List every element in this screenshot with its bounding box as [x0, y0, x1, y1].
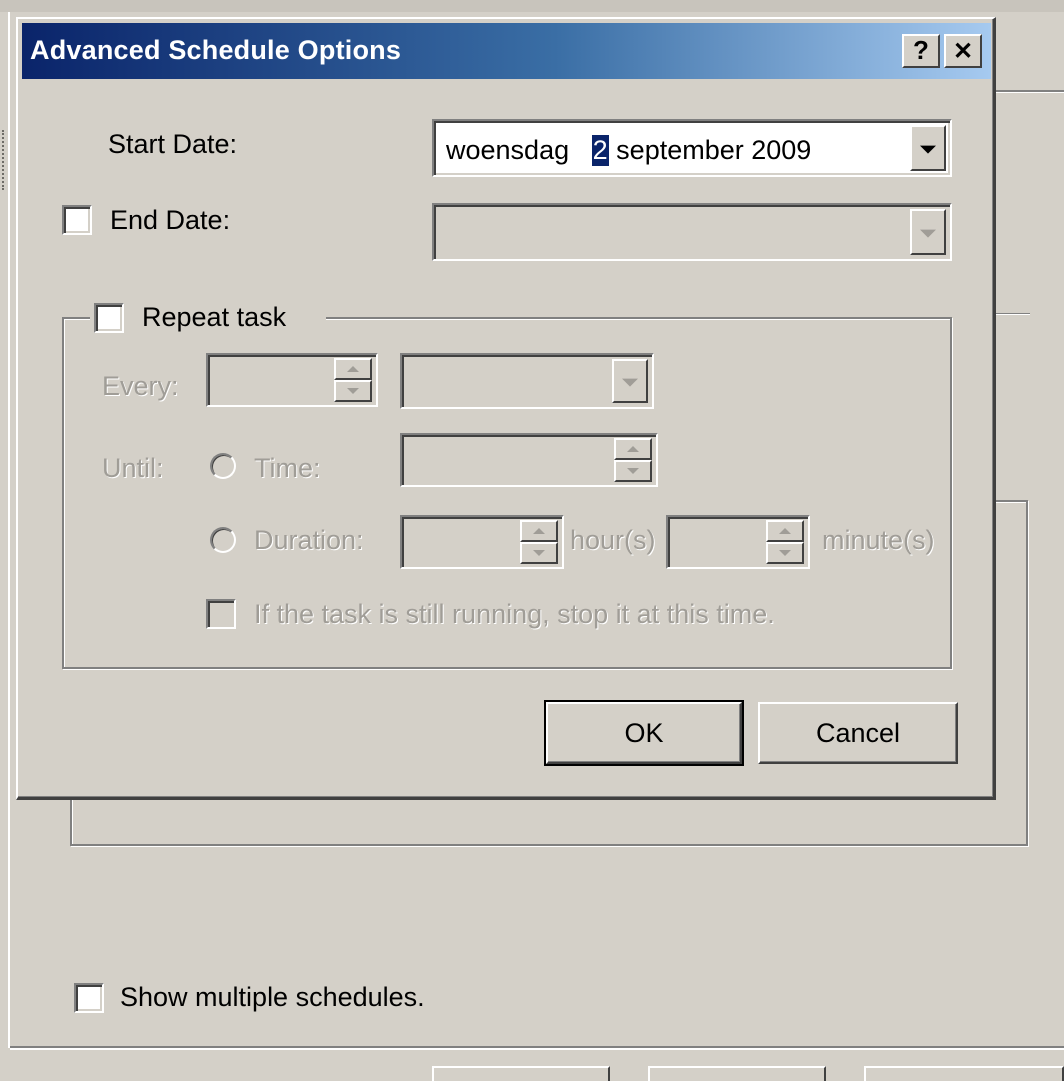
ok-button-label: OK	[624, 717, 664, 748]
every-spin-buttons	[334, 358, 372, 402]
arrow-down-icon	[627, 468, 639, 474]
parent-ok-button[interactable]	[432, 1066, 610, 1081]
start-date-dropdown-button[interactable]	[910, 125, 946, 171]
arrow-down-icon	[347, 388, 359, 394]
arrow-up-icon	[779, 528, 791, 534]
parent-window-top-edge	[0, 0, 1064, 12]
minutes-spin-down[interactable]	[766, 542, 804, 564]
start-date-weekday: woensdag	[446, 135, 570, 165]
screen: Show multiple schedules. Advanced Schedu…	[0, 0, 1064, 1081]
arrow-down-icon	[533, 550, 545, 556]
start-date-label: Start Date:	[108, 129, 238, 159]
start-date-month-year: september 2009	[616, 135, 812, 165]
stop-task-checkbox[interactable]	[206, 599, 236, 629]
end-date-checkbox[interactable]	[62, 205, 92, 235]
help-button[interactable]: ?	[902, 34, 940, 68]
time-spin-up[interactable]	[614, 438, 652, 460]
close-button[interactable]: ✕	[944, 34, 982, 68]
every-unit-dropdown[interactable]	[400, 353, 654, 409]
chevron-down-icon	[622, 378, 638, 387]
hours-label: hour(s)	[570, 525, 656, 555]
end-date-dropdown-button[interactable]	[910, 209, 946, 255]
every-interval-spinner[interactable]	[206, 353, 378, 407]
arrow-up-icon	[627, 446, 639, 452]
every-spin-up[interactable]	[334, 358, 372, 380]
until-time-spinner[interactable]	[400, 433, 658, 487]
chevron-down-icon	[920, 145, 936, 154]
duration-minutes-spinner[interactable]	[666, 515, 810, 569]
until-label: Until:	[102, 453, 164, 483]
help-icon: ?	[913, 35, 929, 65]
until-duration-radio[interactable]	[210, 527, 236, 553]
arrow-up-icon	[533, 528, 545, 534]
every-label: Every:	[102, 371, 179, 401]
parent-window-separator	[10, 1046, 1064, 1050]
dialog-title: Advanced Schedule Options	[30, 35, 402, 65]
end-date-picker[interactable]	[432, 203, 952, 261]
arrow-up-icon	[347, 366, 359, 372]
stop-task-label: If the task is still running, stop it at…	[254, 599, 775, 629]
until-time-label: Time:	[254, 453, 321, 483]
advanced-schedule-options-dialog: Advanced Schedule Options ? ✕ Start Date…	[16, 17, 996, 800]
ok-button[interactable]: OK	[544, 700, 744, 766]
until-time-radio[interactable]	[210, 453, 236, 479]
every-spin-down[interactable]	[334, 380, 372, 402]
parent-apply-button[interactable]	[864, 1066, 1064, 1081]
time-spin-buttons	[614, 438, 652, 482]
parent-cancel-button[interactable]	[648, 1066, 826, 1081]
minutes-label: minute(s)	[822, 525, 935, 555]
start-date-value: woensdag 2 september 2009	[446, 135, 811, 166]
minutes-spin-up[interactable]	[766, 520, 804, 542]
start-date-picker[interactable]: woensdag 2 september 2009	[432, 119, 952, 177]
close-icon: ✕	[952, 38, 974, 65]
dialog-titlebar[interactable]: Advanced Schedule Options ? ✕	[22, 23, 991, 79]
hours-spin-down[interactable]	[520, 542, 558, 564]
show-multiple-schedules-checkbox[interactable]	[74, 983, 104, 1013]
show-multiple-schedules-label: Show multiple schedules.	[120, 982, 425, 1012]
start-date-day-selected[interactable]: 2	[591, 135, 609, 166]
chevron-down-icon	[920, 229, 936, 238]
cancel-button-label: Cancel	[815, 717, 901, 748]
time-spin-down[interactable]	[614, 460, 652, 482]
every-unit-dropdown-button[interactable]	[612, 359, 648, 403]
hours-spin-buttons	[520, 520, 558, 564]
repeat-task-checkbox[interactable]	[94, 303, 124, 333]
arrow-down-icon	[779, 550, 791, 556]
until-duration-label: Duration:	[254, 525, 364, 555]
cancel-button[interactable]: Cancel	[758, 702, 958, 764]
duration-hours-spinner[interactable]	[400, 515, 564, 569]
repeat-task-label: Repeat task	[142, 302, 287, 332]
parent-window-left-edge	[8, 12, 10, 1048]
end-date-label: End Date:	[110, 205, 231, 235]
minutes-spin-buttons	[766, 520, 804, 564]
parent-window-tick-marks	[2, 130, 6, 190]
hours-spin-up[interactable]	[520, 520, 558, 542]
